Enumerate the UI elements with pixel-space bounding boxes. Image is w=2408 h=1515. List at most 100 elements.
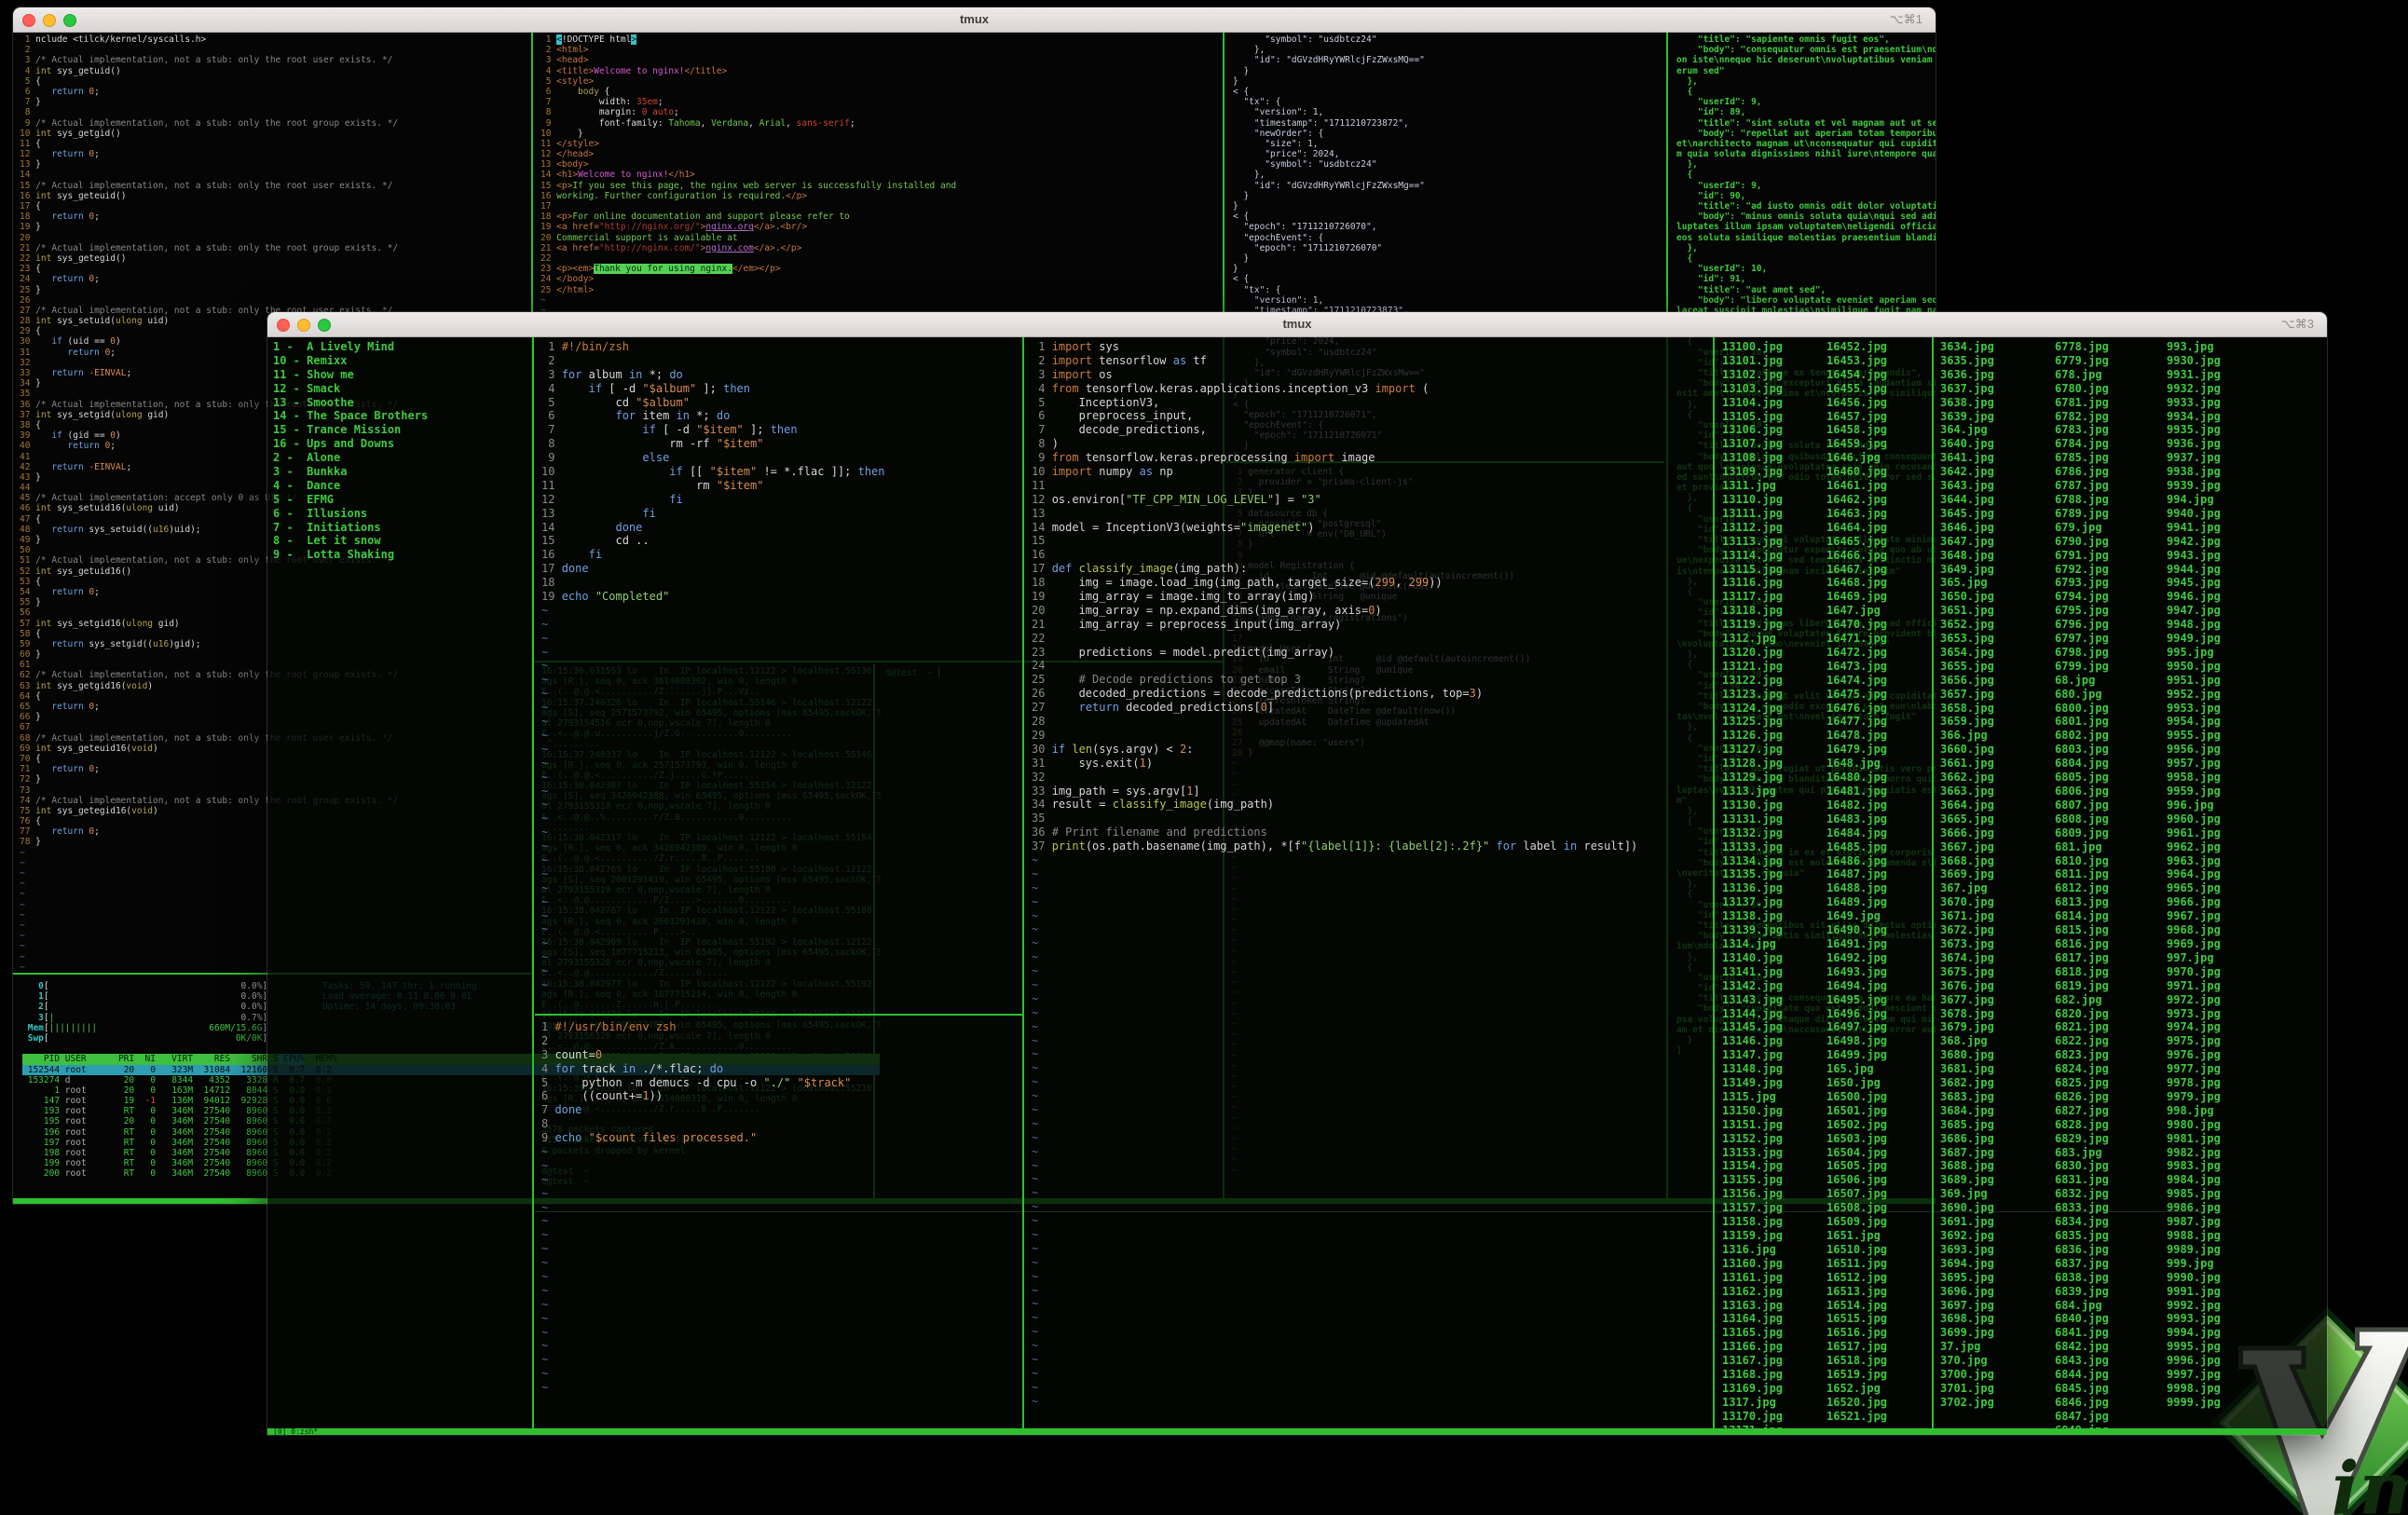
terminal-line: 6 return 0; xyxy=(20,87,538,97)
terminal-line: "title": "ad iusto omnis odit dolor volu… xyxy=(1676,201,1936,212)
terminal-line: 2 xyxy=(541,1034,1029,1048)
terminal-line: 13 - Smoothe xyxy=(273,396,538,410)
playlist-pane[interactable]: 1 - A Lively Mind10 - Remixx11 - Show me… xyxy=(267,337,538,1431)
terminal-line: 6 preprocess_input, xyxy=(1032,409,1719,423)
terminal-line: 22 xyxy=(1032,632,1719,646)
terminal-line: "epoch": "1711210726070" xyxy=(1233,243,1672,253)
terminal-line: }, xyxy=(1233,170,1672,180)
terminal-line: "symbol": "usdbtcz24" xyxy=(1233,159,1672,170)
jpg-column: 16452.jpg 16453.jpg 16454.jpg 16455.jpg … xyxy=(1827,340,1887,1424)
terminal-line: < { xyxy=(1233,87,1672,97)
terminal-line: "tx": { xyxy=(1233,97,1672,107)
pane-border[interactable] xyxy=(1713,337,1715,1428)
terminal-line: 21 img_array = preprocess_input(img_arra… xyxy=(1032,618,1719,632)
terminal-line: 5 InceptionV3, xyxy=(1032,396,1719,410)
terminal-line: 9 from tensorflow.keras.preprocessing im… xyxy=(1032,451,1719,465)
jpg-listing-pane-b[interactable]: 3634.jpg 3635.jpg 3636.jpg 3637.jpg 3638… xyxy=(1935,337,2327,1428)
terminal-line: 6 - Illusions xyxy=(273,507,538,521)
terminal-line: 6 body { xyxy=(540,87,1229,97)
pane-border[interactable] xyxy=(532,337,534,1428)
terminal-line: 7 done xyxy=(541,1103,1029,1117)
terminal-line: 16 working. Further configuration is req… xyxy=(540,191,1229,201)
terminal-line: 36 # Print filename and predictions xyxy=(1032,826,1719,839)
terminal-line: 22 xyxy=(540,253,1229,264)
terminal-line: "body": "libero voluptate eveniet aperia… xyxy=(1676,295,1936,306)
terminal-line: 5 cd "$album" xyxy=(541,396,1029,410)
terminal-line: "body": "repellat aut aperiam totam temp… xyxy=(1676,129,1936,139)
demucs-script-pane[interactable]: 1 #!/usr/bin/env zsh2 3 count=04 for tra… xyxy=(535,1017,1029,1432)
terminal-line: 1 nclude <tilck/kernel/syscalls.h> xyxy=(20,34,538,45)
terminal-line: 11 - Show me xyxy=(273,368,538,382)
terminal-line: 9 /* Actual implementation, not a stub: … xyxy=(20,118,538,129)
terminal-line: 17 done xyxy=(541,562,1029,576)
terminal-line: 11 rm "$item" xyxy=(541,479,1029,493)
terminal-line: 25 } xyxy=(20,285,538,295)
terminal-line: 21 /* Actual implementation, not a stub:… xyxy=(20,243,538,253)
terminal-line: 4 if [ -d "$album" ]; then xyxy=(541,382,1029,396)
terminal-line: 16 fi xyxy=(541,548,1029,562)
terminal-line: 3 - Bunkka xyxy=(273,465,538,479)
pane-border[interactable] xyxy=(1022,337,1024,1428)
terminal-line: 5 - EFMG xyxy=(273,493,538,507)
terminal-line: 7 if [ -d "$item" ]; then xyxy=(541,423,1029,437)
terminal-line: 27 return decoded_predictions[0] xyxy=(1032,701,1719,715)
terminal-line: "version": 1, xyxy=(1233,295,1672,306)
python-classifier-pane[interactable]: 1 import sys 2 import tensorflow as tf 3… xyxy=(1025,337,1719,1431)
terminal-line: "title": "sapiente omnis fugit eos", xyxy=(1676,34,1936,45)
terminal-line: 23 <p><em>Thank you for using nginx.</em… xyxy=(540,264,1229,274)
terminal-line: } xyxy=(1233,201,1672,212)
back-window-titlebar[interactable]: tmux ⌥⌘1 xyxy=(13,7,1936,33)
terminal-line: "id": "dGVzdHRyYWRlcjFzZWxsMg==" xyxy=(1233,181,1672,191)
terminal-line: < { xyxy=(1233,274,1672,284)
terminal-line: 5 python -m demucs -d cpu -o "./" "$trac… xyxy=(541,1076,1029,1090)
terminal-line: 10 import numpy as np xyxy=(1032,465,1719,479)
terminal-line: 33 img_path = sys.argv[1] xyxy=(1032,785,1719,798)
jpg-listing-pane-a[interactable]: 13100.jpg 13101.jpg 13102.jpg 13103.jpg … xyxy=(1716,337,1932,1428)
terminal-line: 9 font-family: Tahoma, Verdana, Arial, s… xyxy=(540,118,1229,129)
terminal-line: 24 xyxy=(1032,659,1719,673)
terminal-line: 3 import os xyxy=(1032,368,1719,382)
terminal-line: 26 decoded_predictions = decode_predicti… xyxy=(1032,687,1719,701)
terminal-line: "id": 89, xyxy=(1676,107,1936,117)
zsh-script-pane[interactable]: 1 #!/bin/zsh 2 3 for album in *; do 4 if… xyxy=(535,337,1029,1017)
terminal-line: "title": "sint soluta et vel magnam aut … xyxy=(1676,118,1936,129)
terminal-line: 12 - Smack xyxy=(273,382,538,396)
terminal-line: 37 print(os.path.basename(img_path), *[f… xyxy=(1032,839,1719,853)
terminal-line: "userId": 10, xyxy=(1676,264,1936,274)
terminal-line: "userId": 9, xyxy=(1676,97,1936,107)
terminal-line: 5 <style> xyxy=(540,76,1229,87)
terminal-line: 25 </html> xyxy=(540,285,1229,295)
terminal-line: 15 <p>If you see this page, the nginx we… xyxy=(540,181,1229,191)
pane-border[interactable] xyxy=(1932,337,1934,1428)
terminal-line: 4 - Dance xyxy=(273,479,538,493)
terminal-line: 26 xyxy=(20,295,538,306)
terminal-line: }, xyxy=(1676,159,1936,170)
terminal-line: 2 <html> xyxy=(540,45,1229,55)
pane-border[interactable] xyxy=(535,1014,1022,1016)
terminal-line: 8 rm -rf "$item" xyxy=(541,437,1029,451)
terminal-line: 5 { xyxy=(20,76,538,87)
terminal-line: { xyxy=(1676,87,1936,97)
terminal-line: 24 return 0; xyxy=(20,274,538,284)
terminal-line: 15 xyxy=(1032,534,1719,548)
terminal-line: 14 <h1>Welcome to nginx!</h1> xyxy=(540,170,1229,180)
terminal-line: "version": 1, xyxy=(1233,107,1672,117)
front-terminal-window[interactable]: tmux ⌥⌘3 1 - A Lively Mind10 - Remixx11 … xyxy=(267,312,2327,1435)
terminal-line: "id": "dGVzdHRyYWRlcjFzZWxsMQ==" xyxy=(1233,55,1672,65)
terminal-line: "epochEvent": { xyxy=(1233,233,1672,243)
terminal-line: "id": 91, xyxy=(1676,274,1936,284)
tmux-status-text: [0] 0:zsh* xyxy=(273,1428,318,1435)
terminal-line: 11 </style> xyxy=(540,139,1229,149)
jpg-column: 6778.jpg 6779.jpg 678.jpg 6780.jpg 6781.… xyxy=(2055,340,2109,1428)
terminal-line: 12 fi xyxy=(541,493,1029,507)
front-window-titlebar[interactable]: tmux ⌥⌘3 xyxy=(267,312,2327,337)
terminal-line: 1 import sys xyxy=(1032,340,1719,354)
terminal-line: 8 margin: 0 auto; xyxy=(540,107,1229,117)
terminal-line: 3 <head> xyxy=(540,55,1229,65)
terminal-line: 1 - A Lively Mind xyxy=(273,340,538,354)
terminal-line: erum sed" xyxy=(1676,66,1936,76)
terminal-line: }, xyxy=(1233,45,1672,55)
window-shortcut: ⌥⌘1 xyxy=(1890,12,1922,27)
terminal-line: "title": "aut amet sed", xyxy=(1676,285,1936,295)
terminal-line: 4 <title>Welcome to nginx!</title> xyxy=(540,66,1229,76)
